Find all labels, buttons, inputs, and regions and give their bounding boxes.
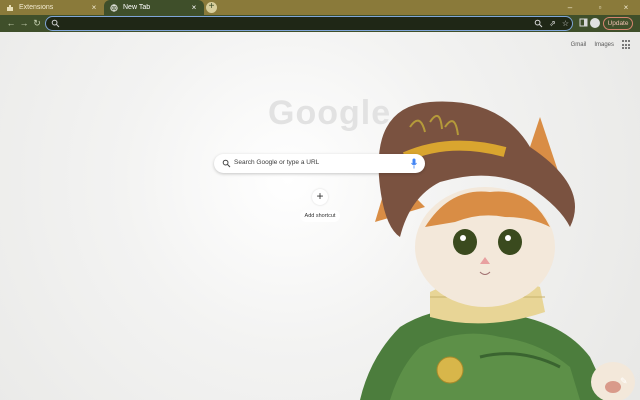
maximize-icon[interactable]: ▫ xyxy=(590,0,610,15)
minimize-icon[interactable]: – xyxy=(560,0,580,15)
side-panel-icon[interactable] xyxy=(578,18,588,28)
tab-title: New Tab xyxy=(123,4,151,11)
extensions-icon xyxy=(6,4,14,12)
back-icon[interactable]: ← xyxy=(5,17,17,29)
add-shortcut-tile[interactable]: + Add shortcut xyxy=(300,189,340,225)
tab-extensions[interactable]: Extensions × xyxy=(0,0,104,15)
mic-icon[interactable] xyxy=(411,158,417,169)
apps-icon[interactable] xyxy=(622,40,632,50)
background-image xyxy=(360,101,635,400)
search-icon[interactable] xyxy=(534,19,543,28)
tab-new-tab[interactable]: New Tab × xyxy=(104,0,204,15)
tab-title: Extensions xyxy=(19,4,54,11)
search-box[interactable]: Search Google or type a URL xyxy=(214,154,425,173)
add-shortcut-label: Add shortcut xyxy=(300,210,340,222)
toolbar: ← → ↻ ⇗ ☆ Update xyxy=(0,15,640,32)
close-icon[interactable]: × xyxy=(90,3,98,12)
new-tab-page: Gmail Images Google Search Google or typ… xyxy=(0,32,640,400)
pencil-icon[interactable]: ✎ xyxy=(620,376,634,390)
reload-icon[interactable]: ↻ xyxy=(31,17,43,29)
plus-icon[interactable]: + xyxy=(312,189,328,205)
avatar[interactable] xyxy=(590,18,600,28)
search-icon xyxy=(51,19,60,28)
forward-icon[interactable]: → xyxy=(18,17,30,29)
new-tab-icon[interactable]: + xyxy=(206,2,217,13)
close-icon[interactable]: × xyxy=(190,3,198,12)
address-bar[interactable]: ⇗ ☆ xyxy=(45,16,573,31)
update-button[interactable]: Update xyxy=(603,17,633,30)
images-link[interactable]: Images xyxy=(594,42,614,48)
search-placeholder: Search Google or type a URL xyxy=(234,159,320,166)
address-input[interactable] xyxy=(62,18,532,29)
star-icon[interactable]: ☆ xyxy=(561,19,570,28)
globe-icon xyxy=(110,3,118,12)
share-icon[interactable]: ⇗ xyxy=(548,19,557,28)
tab-strip: Extensions × New Tab × + – ▫ × xyxy=(0,0,640,15)
search-icon xyxy=(222,159,231,168)
window-close-icon[interactable]: × xyxy=(616,0,636,15)
top-links: Gmail Images xyxy=(571,40,640,50)
gmail-link[interactable]: Gmail xyxy=(571,42,587,48)
